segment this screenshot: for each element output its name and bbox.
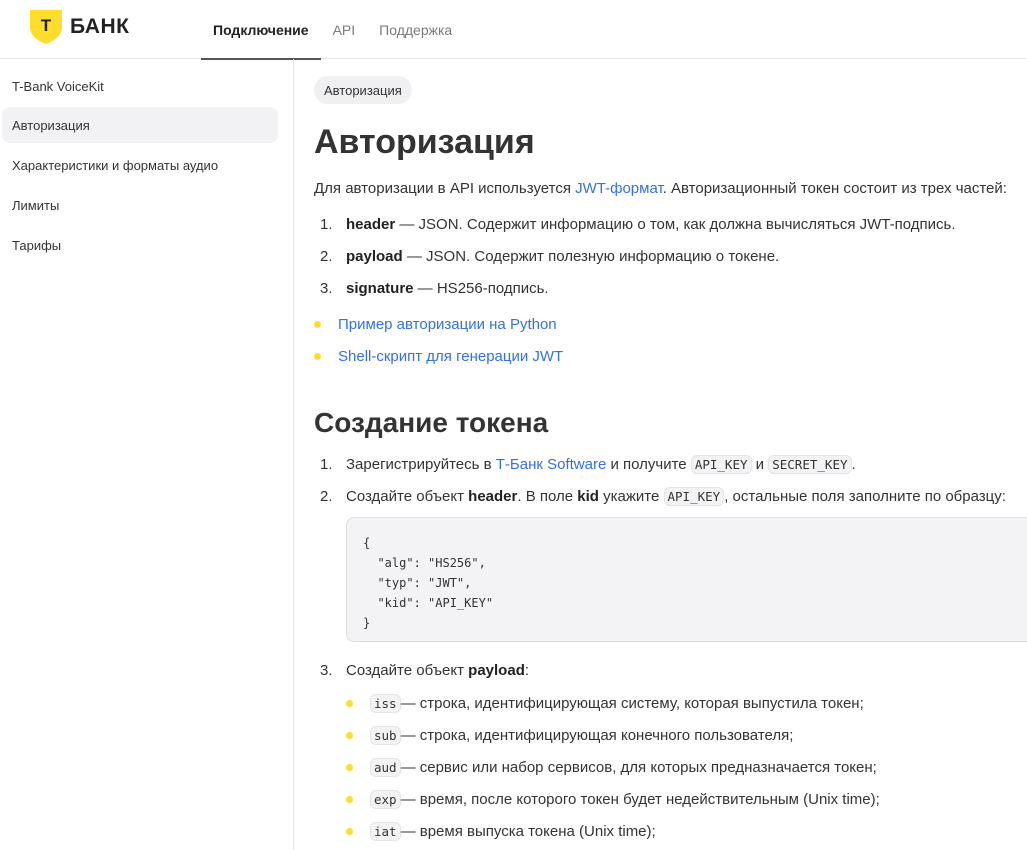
list-item: 3. Создайте объект payload: [320, 662, 529, 679]
python-example-link[interactable]: Пример авторизации на Python [338, 316, 557, 333]
inline-code: aud [370, 758, 401, 777]
part-name: header [346, 216, 396, 233]
inline-code: iat [370, 822, 401, 841]
sidebar-item-audio-formats[interactable]: Характеристики и форматы аудио [2, 147, 278, 183]
bullet-icon [314, 353, 321, 360]
page-title: Авторизация [314, 123, 535, 161]
step-text: Зарегистрируйтесь в [346, 456, 496, 473]
logo-letter: Т [41, 16, 52, 35]
step-text: . [851, 456, 856, 473]
list-item: Пример авторизации на Python [314, 316, 557, 333]
step-text: . В поле [517, 488, 578, 505]
step-bold: kid [577, 488, 599, 505]
list-number: 1. [320, 456, 333, 473]
code-block[interactable]: { "alg": "HS256", "typ": "JWT", "kid": "… [346, 517, 1027, 642]
step-text: укажите [598, 488, 664, 505]
sidebar-item-voicekit[interactable]: T-Bank VoiceKit [2, 68, 278, 104]
main-content: Авторизация Авторизация Для авторизации … [314, 59, 1027, 850]
list-item: exp — время, после которого токен будет … [346, 790, 880, 809]
field-text: — строка, идентифицирующая систему, кото… [400, 695, 864, 712]
step-bold: payload [468, 662, 525, 679]
intro-text: Для авторизации в API используется [314, 180, 576, 197]
sidebar: T-Bank VoiceKit Авторизация Характеристи… [0, 59, 294, 850]
list-item: Shell-скрипт для генерации JWT [314, 348, 563, 365]
bullet-icon [346, 796, 353, 803]
field-text: — время выпуска токена (Unix time); [400, 823, 656, 840]
inline-code: sub [370, 726, 401, 745]
list-item: 2. payload — JSON. Содержит полезную инфо… [320, 248, 779, 265]
part-name: signature [346, 280, 414, 297]
section-title: Создание токена [314, 407, 549, 438]
inline-code: API_KEY [663, 487, 725, 506]
logo-text: БАНК [70, 15, 130, 38]
bullet-icon [346, 700, 353, 707]
top-nav: Подключение API Поддержка [201, 0, 464, 60]
step-text: , остальные поля заполните по образцу: [724, 488, 1006, 505]
part-text: — HS256-подпись. [413, 280, 549, 297]
list-number: 1. [320, 216, 333, 233]
bullet-icon [314, 321, 321, 328]
step-text: Создайте объект [346, 662, 469, 679]
list-number: 2. [320, 488, 333, 505]
part-name: payload [346, 248, 403, 265]
list-item: iat — время выпуска токена (Unix time); [346, 822, 656, 841]
nav-support[interactable]: Поддержка [367, 0, 464, 59]
bullet-icon [346, 828, 353, 835]
inline-code: exp [370, 790, 401, 809]
bullet-icon [346, 764, 353, 771]
field-text: — время, после которого токен будет неде… [400, 791, 880, 808]
field-text: — строка, идентифицирующая конечного пол… [400, 727, 794, 744]
nav-api[interactable]: API [321, 0, 368, 59]
breadcrumb[interactable]: Авторизация [314, 76, 412, 104]
sidebar-item-authorization[interactable]: Авторизация [2, 107, 278, 143]
nav-connection[interactable]: Подключение [201, 0, 321, 60]
jwt-format-link[interactable]: JWT-формат [575, 180, 663, 197]
list-number: 2. [320, 248, 333, 265]
list-item: 3. signature — HS256-подпись. [320, 280, 549, 297]
shell-script-link[interactable]: Shell-скрипт для генерации JWT [338, 348, 563, 365]
step-bold: header [468, 488, 518, 505]
list-item: 1. header — JSON. Содержит информацию о т… [320, 216, 956, 233]
step-text: Создайте объект [346, 488, 469, 505]
list-item: iss — строка, идентифицирующая систему, … [346, 694, 864, 713]
sidebar-item-tariffs[interactable]: Тарифы [2, 227, 278, 263]
step-text: и получите [606, 456, 691, 473]
list-item: aud — сервис или набор сервисов, для кот… [346, 758, 877, 777]
tbank-logo[interactable]: Т БАНК [30, 10, 129, 44]
list-item: sub — строка, идентифицирующая конечного… [346, 726, 793, 745]
sidebar-item-limits[interactable]: Лимиты [2, 187, 278, 223]
list-item: 2. Создайте объект header. В поле kid ука… [320, 487, 1006, 506]
bullet-icon [346, 732, 353, 739]
part-text: — JSON. Содержит информацию о том, как д… [395, 216, 956, 233]
intro-text-end: . Авторизационный токен состоит из трех … [662, 180, 1007, 197]
shield-logo-icon: Т [30, 10, 62, 44]
intro-paragraph: Для авторизации в API используется JWT-ф… [314, 180, 1007, 197]
part-text: — JSON. Содержит полезную информацию о т… [402, 248, 780, 265]
list-number: 3. [320, 280, 333, 297]
step-text: : [524, 662, 530, 679]
inline-code: SECRET_KEY [768, 455, 852, 474]
inline-code: iss [370, 694, 401, 713]
list-item: 1. Зарегистрируйтесь в Т-Банк Software и … [320, 455, 856, 474]
inline-code: API_KEY [690, 455, 752, 474]
tbank-software-link[interactable]: Т-Банк Software [496, 456, 607, 473]
list-number: 3. [320, 662, 333, 679]
field-text: — сервис или набор сервисов, для которых… [400, 759, 877, 776]
top-header: Т БАНК Подключение API Поддержка [0, 0, 1027, 60]
step-text: и [751, 456, 769, 473]
